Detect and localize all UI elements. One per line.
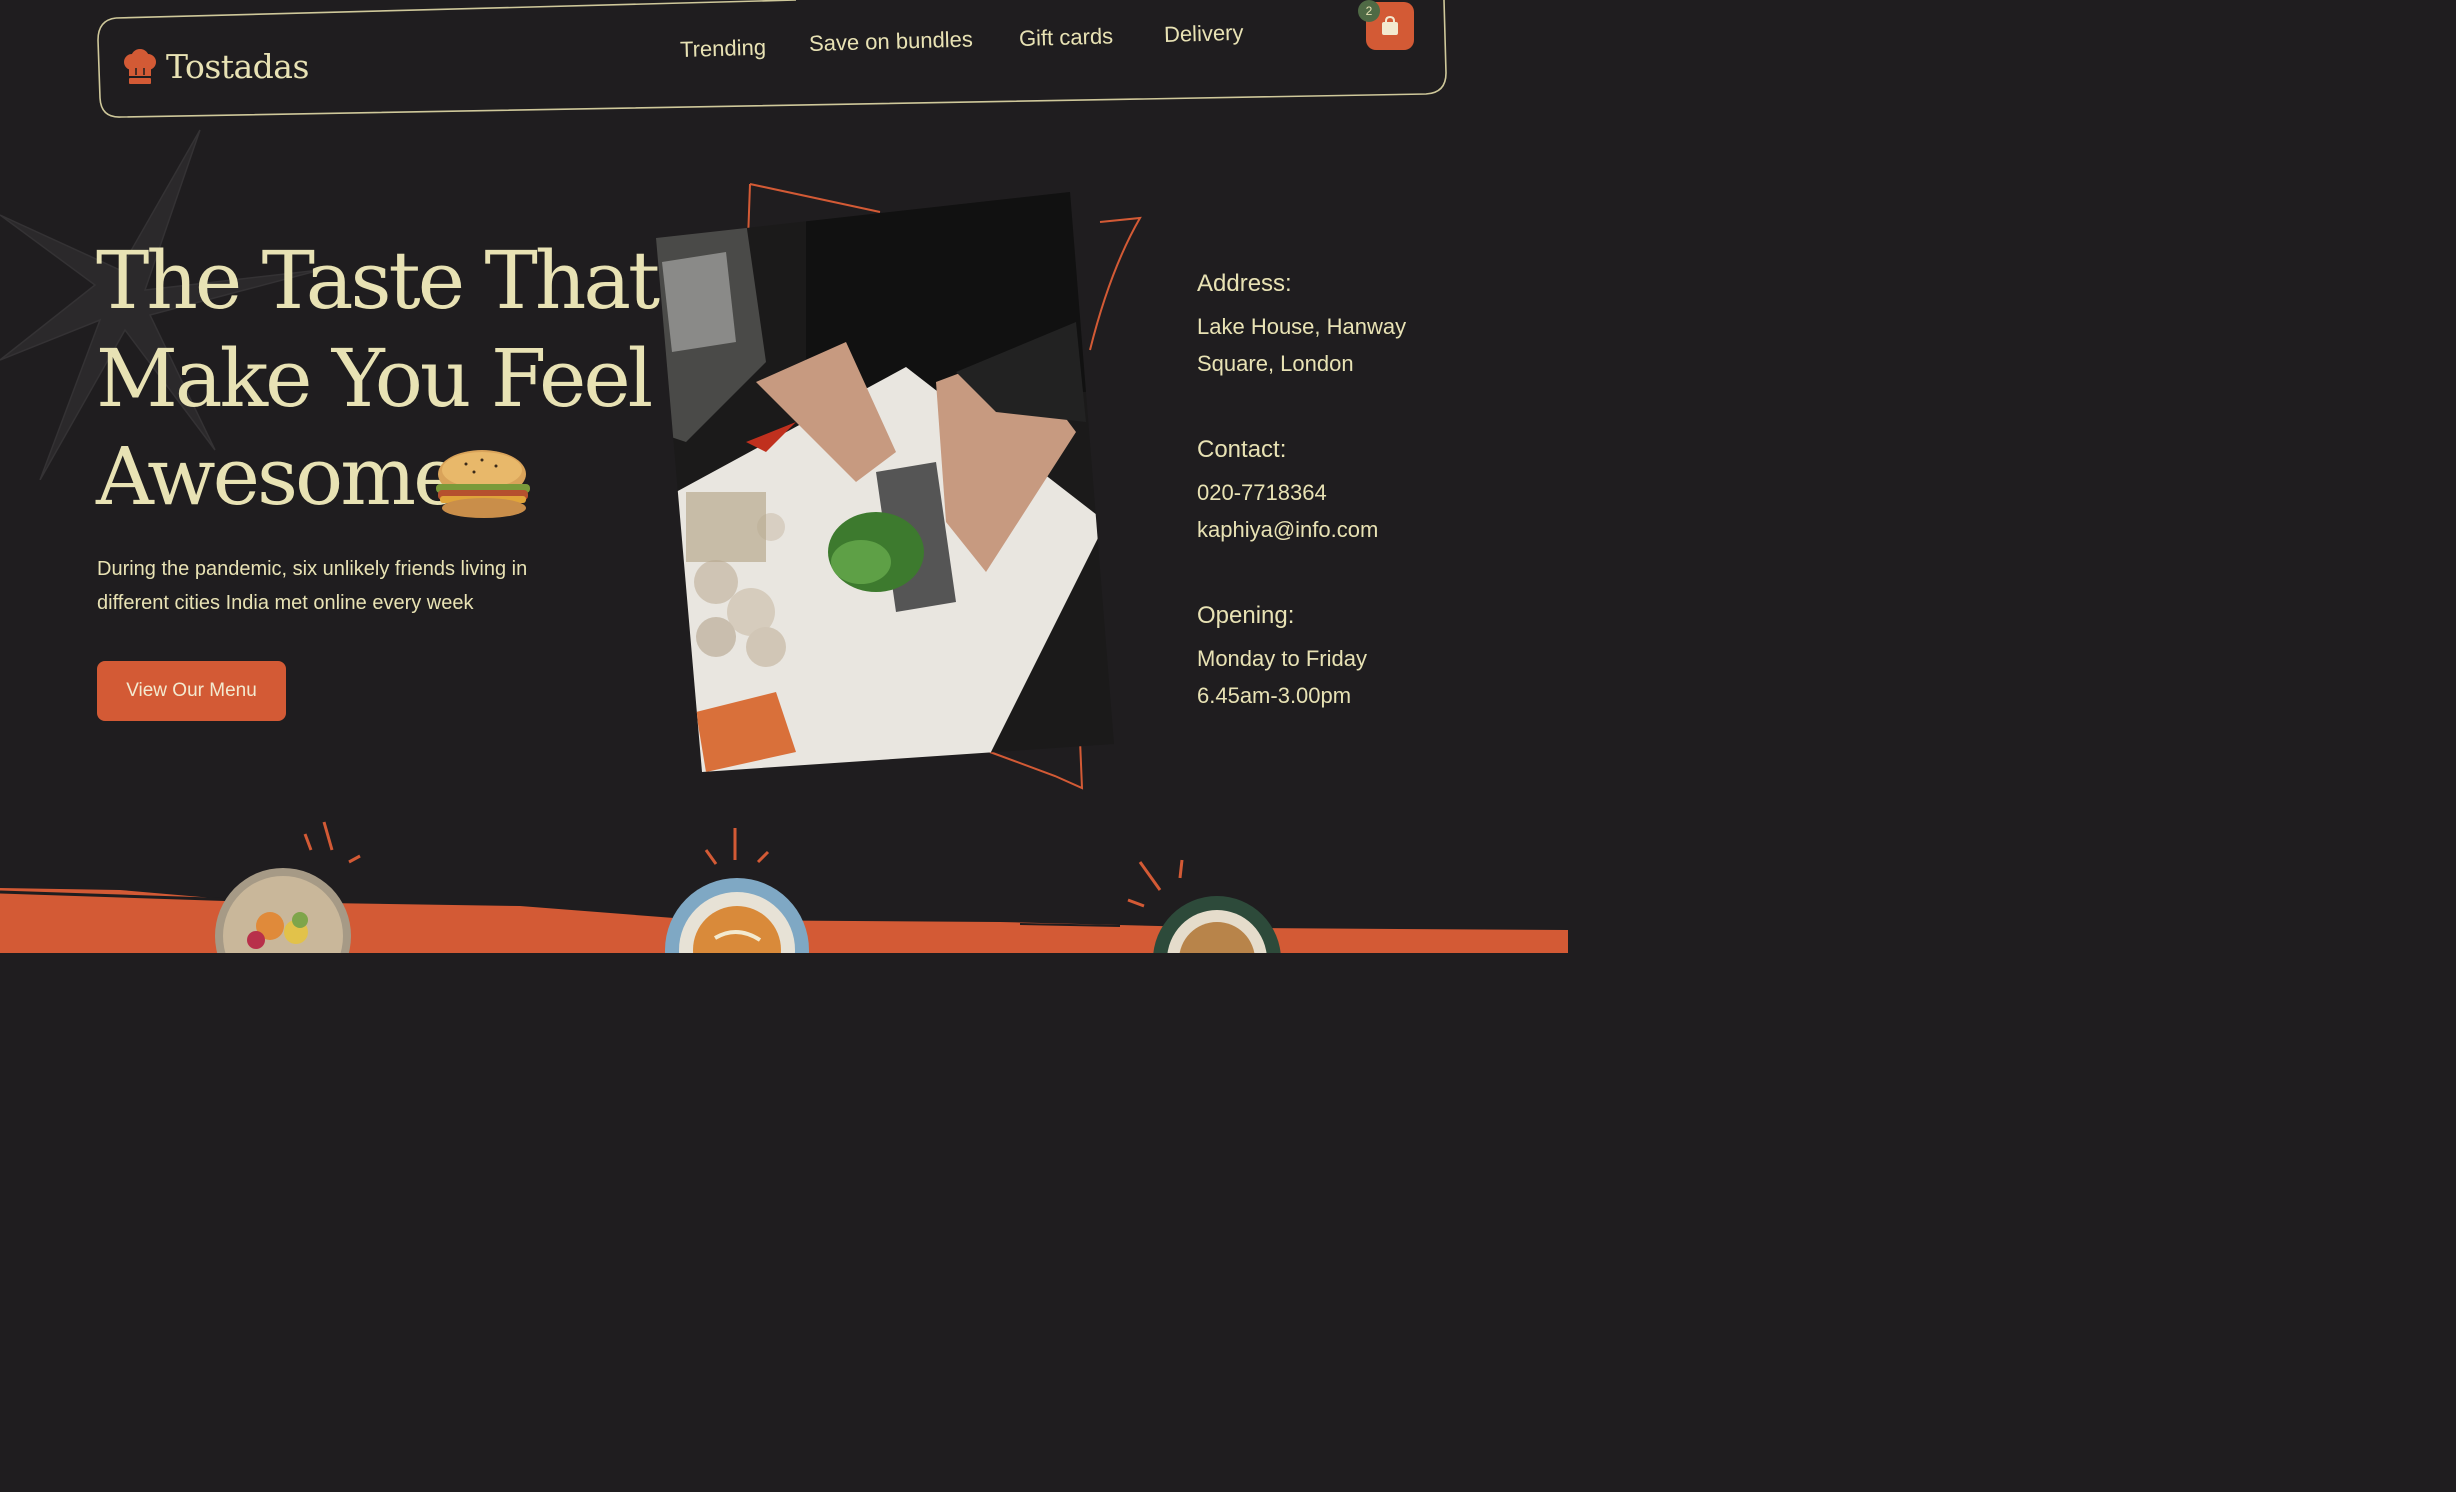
sparkle-lines-3 [1127,859,1184,908]
hero-title-line-3: Awesome [96,430,460,523]
address-label: Address: [1197,270,1292,297]
opening-label: Opening: [1197,602,1295,629]
sparkle-lines-1 [303,821,361,864]
burger-image [436,450,530,518]
featured-dishes-strip [0,821,1568,953]
opening-block: Opening: Monday to Friday 6.45am-3.00pm [1197,602,1457,714]
nav-link-delivery[interactable]: Delivery [1164,20,1244,48]
view-menu-button[interactable]: View Our Menu [97,661,286,721]
hero-title-line-1: The Taste That [96,234,660,327]
sparkle-lines-2 [704,828,770,865]
dish-coffee-cup [1153,896,1281,953]
dish-soup-bowl [665,878,809,953]
cart-count-badge: 2 [1358,0,1380,22]
chef-hat-icon [124,48,156,84]
dish-salad-bowl [215,868,351,953]
contact-email[interactable]: kaphiya@info.com [1197,511,1457,548]
address-block: Address: Lake House, Hanway Square, Lond… [1197,270,1457,382]
opening-days: Monday to Friday [1197,646,1367,671]
hero-description: During the pandemic, six unlikely friend… [97,558,528,614]
nav-link-gift-cards[interactable]: Gift cards [1019,23,1114,52]
shopping-bag-icon [1382,16,1398,35]
contact-block: Contact: 020-7718364 kaphiya@info.com [1197,436,1457,548]
address-line-1: Lake House, Hanway [1197,314,1407,339]
address-line-2: Square, London [1197,351,1354,376]
contact-label: Contact: [1197,436,1287,463]
opening-hours: 6.45am-3.00pm [1197,683,1352,708]
hero-title: The Taste That Make You Feel Awesome [96,232,660,526]
chef-cutting-photo [656,192,1114,772]
brand-logo[interactable]: Tostadas [122,47,309,86]
brand-name: Tostadas [166,47,309,86]
hero-title-line-2: Make You Feel [96,332,653,425]
nav-link-trending[interactable]: Trending [680,35,767,63]
contact-phone[interactable]: 020-7718364 [1197,474,1457,511]
nav-link-save-on-bundles[interactable]: Save on bundles [809,26,974,57]
